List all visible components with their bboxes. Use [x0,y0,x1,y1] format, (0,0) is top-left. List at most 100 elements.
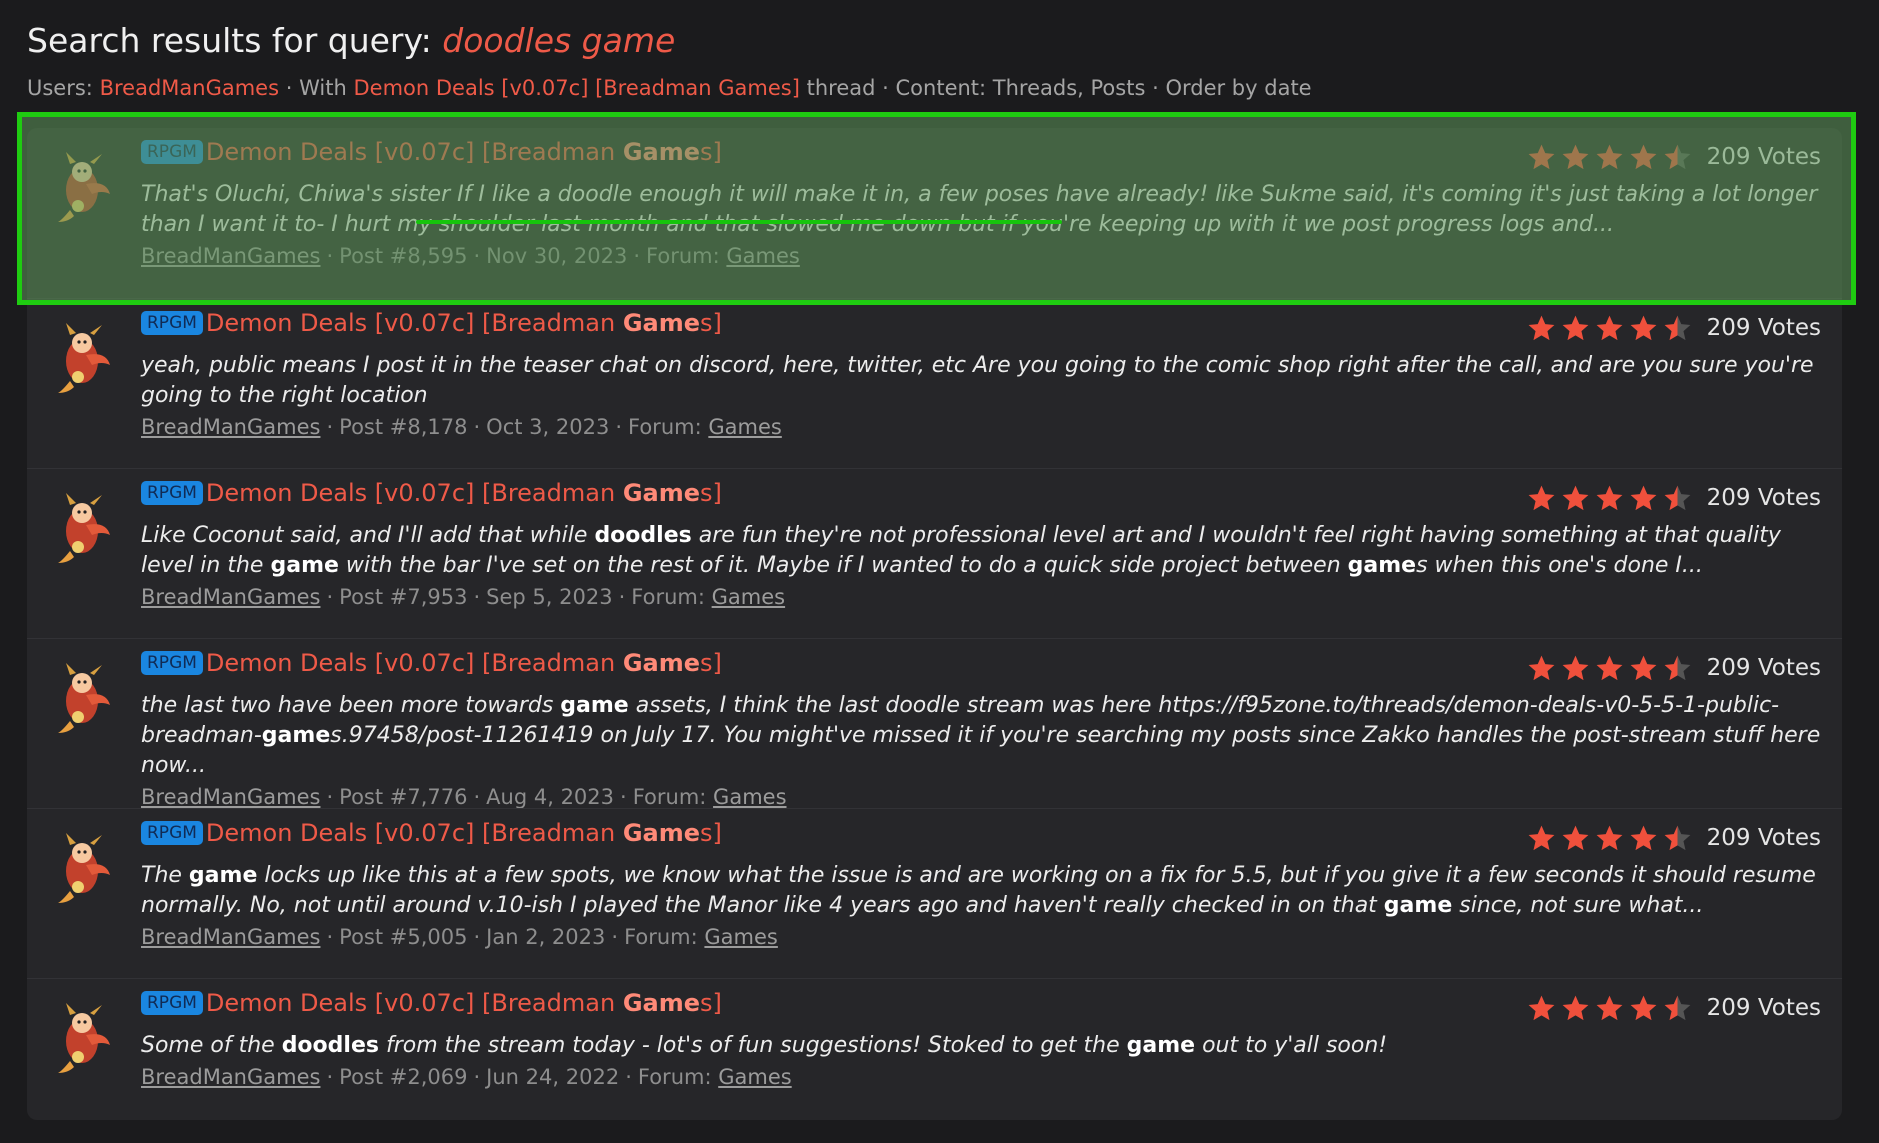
author-link[interactable]: BreadManGames [141,244,320,268]
star-half-icon[interactable] [1662,142,1693,173]
thread-title-link[interactable]: Demon Deals [v0.07c] [Breadman Games] [206,649,722,677]
forum-link[interactable]: Games [726,244,799,268]
star-rating[interactable] [1526,483,1693,514]
star-full-icon[interactable] [1560,823,1591,854]
star-rating[interactable] [1526,142,1693,173]
result-snippet[interactable]: That's Oluchi, Chiwa's sister If I like … [141,180,1821,240]
forum-link[interactable]: Games [713,785,786,809]
author-link[interactable]: BreadManGames [141,1065,320,1089]
search-result-item: RPGM Demon Deals [v0.07c] [Breadman Games… [27,638,1842,809]
star-half-icon[interactable] [1662,313,1693,344]
star-full-icon[interactable] [1628,483,1659,514]
title-highlight: Game [622,989,700,1017]
thread-title-link[interactable]: Demon Deals [v0.07c] [Breadman Games] [206,989,722,1017]
avatar[interactable] [52,150,116,226]
star-full-icon[interactable] [1628,823,1659,854]
star-full-icon[interactable] [1526,483,1557,514]
user-filter-link[interactable]: BreadManGames [100,76,279,100]
star-half-icon[interactable] [1662,653,1693,684]
users-label: Users: [27,76,93,100]
star-full-icon[interactable] [1628,142,1659,173]
separator: · [326,1065,334,1089]
prefix-badge[interactable]: RPGM [141,140,203,164]
star-full-icon[interactable] [1526,142,1557,173]
forum-label: Forum: [637,1065,719,1089]
result-title-row: RPGM Demon Deals [v0.07c] [Breadman Games… [141,989,1821,1027]
forum-label: Forum: [624,925,705,949]
author-link[interactable]: BreadManGames [141,585,320,609]
star-full-icon[interactable] [1526,653,1557,684]
forum-link[interactable]: Games [704,925,777,949]
result-snippet[interactable]: The game locks up like this at a few spo… [141,861,1821,921]
separator: · [625,1065,632,1089]
post-number: Post #5,005 [339,925,468,949]
separator: · [473,925,481,949]
forum-link[interactable]: Games [712,585,785,609]
prefix-badge[interactable]: RPGM [141,651,203,675]
avatar[interactable] [52,491,116,567]
separator: · [326,415,334,439]
title-text: Demon Deals [v0.07c] [Breadman [205,989,623,1017]
star-rating[interactable] [1526,313,1693,344]
star-full-icon[interactable] [1560,483,1591,514]
star-rating[interactable] [1526,993,1693,1024]
with-label: With [299,76,347,100]
star-full-icon[interactable] [1594,823,1625,854]
rating: 209 Votes [1526,819,1821,857]
avatar[interactable] [52,321,116,397]
star-full-icon[interactable] [1560,142,1591,173]
star-full-icon[interactable] [1594,313,1625,344]
result-content: RPGM Demon Deals [v0.07c] [Breadman Games… [141,138,1821,268]
thread-title-link[interactable]: Demon Deals [v0.07c] [Breadman Games] [206,819,722,847]
prefix-badge[interactable]: RPGM [141,481,203,505]
title-highlight: Game [622,138,700,166]
avatar[interactable] [52,661,116,737]
author-link[interactable]: BreadManGames [141,415,320,439]
star-full-icon[interactable] [1526,823,1557,854]
result-title-row: RPGM Demon Deals [v0.07c] [Breadman Games… [141,309,1821,347]
star-full-icon[interactable] [1594,483,1625,514]
star-full-icon[interactable] [1628,993,1659,1024]
thread-filter-link[interactable]: Demon Deals [v0.07c] [Breadman Games] [353,76,799,100]
star-full-icon[interactable] [1560,313,1591,344]
result-snippet[interactable]: Some of the doodles from the stream toda… [141,1031,1821,1061]
forum-link[interactable]: Games [718,1065,791,1089]
result-snippet[interactable]: yeah, public means I post it in the teas… [141,351,1821,411]
star-half-icon[interactable] [1662,993,1693,1024]
prefix-badge[interactable]: RPGM [141,311,203,335]
star-full-icon[interactable] [1628,313,1659,344]
result-title-row: RPGM Demon Deals [v0.07c] [Breadman Games… [141,649,1821,687]
forum-link[interactable]: Games [708,415,781,439]
author-link[interactable]: BreadManGames [141,925,320,949]
star-full-icon[interactable] [1628,653,1659,684]
result-snippet[interactable]: the last two have been more towards game… [141,691,1821,781]
title-highlight: Game [622,309,700,337]
author-link[interactable]: BreadManGames [141,785,320,809]
thread-title-link[interactable]: Demon Deals [v0.07c] [Breadman Games] [206,479,722,507]
search-filters: Users: BreadManGames · With Demon Deals … [27,76,1847,100]
avatar[interactable] [52,1001,116,1077]
thread-title-link[interactable]: Demon Deals [v0.07c] [Breadman Games] [206,309,722,337]
star-full-icon[interactable] [1526,313,1557,344]
prefix-badge[interactable]: RPGM [141,991,203,1015]
forum-label: Forum: [632,785,714,809]
star-rating[interactable] [1526,653,1693,684]
star-rating[interactable] [1526,823,1693,854]
star-full-icon[interactable] [1560,993,1591,1024]
star-full-icon[interactable] [1560,653,1591,684]
star-full-icon[interactable] [1594,653,1625,684]
post-number: Post #8,178 [339,415,468,439]
search-result-item: RPGM Demon Deals [v0.07c] [Breadman Games… [27,298,1842,468]
prefix-badge[interactable]: RPGM [141,821,203,845]
star-full-icon[interactable] [1594,142,1625,173]
star-full-icon[interactable] [1526,993,1557,1024]
separator: · [882,76,889,100]
result-snippet[interactable]: Like Coconut said, and I'll add that whi… [141,521,1821,581]
snippet-highlight: game [560,693,629,718]
star-half-icon[interactable] [1662,823,1693,854]
star-half-icon[interactable] [1662,483,1693,514]
title-text: Demon Deals [v0.07c] [Breadman [205,479,623,507]
star-full-icon[interactable] [1594,993,1625,1024]
thread-title-link[interactable]: Demon Deals [v0.07c] [Breadman Games] [206,138,722,166]
avatar[interactable] [52,831,116,907]
